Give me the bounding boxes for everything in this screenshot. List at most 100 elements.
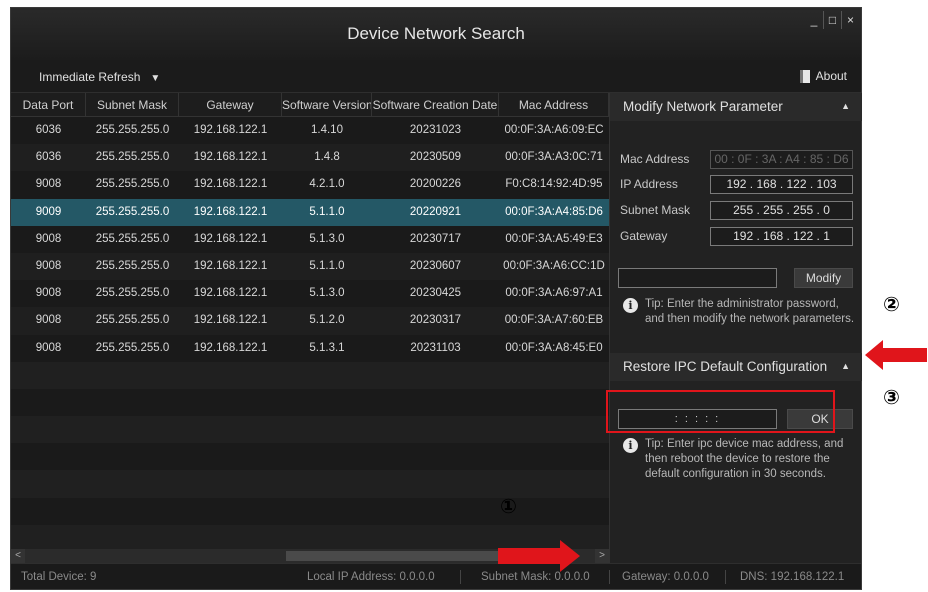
table-body: 6036 255.255.255.0 192.168.122.1 1.4.10 2023…: [11, 117, 609, 549]
cell-software-version: 1.4.8: [314, 151, 340, 164]
column-header-mac-address[interactable]: Mac Address: [499, 93, 609, 117]
cell-software-version: 5.1.3.1: [309, 341, 345, 354]
cell-mac-address: 00:0F:3A:A5:49:E3: [505, 232, 603, 245]
marker-1: ①: [500, 494, 517, 518]
column-header-software-version[interactable]: Software Version: [282, 93, 372, 117]
cell-subnet-mask: 255.255.255.0: [95, 341, 170, 354]
total-device: Total Device: 9: [21, 571, 97, 583]
close-button[interactable]: ×: [841, 11, 859, 29]
table-row[interactable]: 9008 255.255.255.0 192.168.122.1 5.1.3.1 202…: [11, 334, 609, 362]
empty-row: [11, 416, 609, 444]
scrollbar-thumb[interactable]: [286, 551, 501, 561]
cell-software-version: 5.1.1.0: [309, 205, 345, 218]
cell-data-port: 9008: [35, 314, 62, 327]
table-row[interactable]: 9008 255.255.255.0 192.168.122.1 5.1.2.0 202…: [11, 307, 609, 335]
cell-data-port: 9008: [35, 287, 62, 300]
modify-network-header[interactable]: Modify Network Parameter ▲: [610, 93, 862, 121]
table-row[interactable]: 9008 255.255.255.0 192.168.122.1 5.1.1.0 202…: [11, 252, 609, 281]
restore-ipc-header[interactable]: Restore IPC Default Configuration ▲: [610, 353, 862, 381]
table-row[interactable]: 9009 255.255.255.0 192.168.122.1 5.1.1.0 202…: [11, 198, 609, 226]
cell-software-creation-date: 20231023: [409, 124, 462, 136]
about-icon: [799, 69, 810, 83]
table-row[interactable]: 6036 255.255.255.0 192.168.122.1 1.4.10 2023…: [11, 117, 609, 145]
marker-3: ③: [883, 385, 900, 409]
device-table: Data Port Subnet Mask Gateway Software V…: [11, 93, 609, 549]
scroll-left-icon[interactable]: <: [11, 549, 25, 563]
cell-software-version: 5.1.1.0: [309, 259, 345, 272]
minimize-button[interactable]: _: [805, 11, 823, 29]
cell-software-creation-date: 20230425: [409, 287, 462, 300]
window-controls: _ □ ×: [805, 11, 859, 29]
cell-subnet-mask: 255.255.255.0: [95, 124, 170, 136]
immediate-refresh-dropdown[interactable]: Immediate Refresh ▼: [39, 70, 160, 84]
cell-subnet-mask: 255.255.255.0: [95, 314, 170, 327]
refresh-label: Immediate Refresh: [39, 70, 141, 84]
modify-button[interactable]: Modify: [794, 268, 853, 288]
cell-data-port: 9008: [35, 341, 62, 354]
table-header: Data Port Subnet Mask Gateway Software V…: [11, 93, 609, 117]
status-bar: Total Device: 9 Local IP Address: 0.0.0.…: [11, 563, 861, 589]
title-bar: Device Network Search _ □ ×: [11, 8, 861, 60]
about-button[interactable]: About: [799, 69, 847, 83]
status-subnet: Subnet Mask: 0.0.0.0: [481, 571, 590, 583]
modify-network-title: Modify Network Parameter: [623, 99, 783, 114]
cell-mac-address: 00:0F:3A:A3:0C:71: [505, 151, 603, 164]
column-header-subnet-mask[interactable]: Subnet Mask: [86, 93, 179, 117]
subnet-mask-field[interactable]: 255 . 255 . 255 . 0: [710, 201, 853, 220]
local-ip: Local IP Address: 0.0.0.0: [307, 571, 435, 583]
cell-software-version: 5.1.2.0: [309, 314, 345, 327]
table-row[interactable]: 9008 255.255.255.0 192.168.122.1 5.1.3.0 202…: [11, 225, 609, 253]
dropdown-arrow-icon: ▼: [150, 73, 161, 84]
table-row[interactable]: 9008 255.255.255.0 192.168.122.1 4.2.1.0 202…: [11, 171, 609, 199]
cell-software-creation-date: 20230717: [409, 232, 462, 245]
cell-gateway: 192.168.122.1: [193, 341, 268, 354]
cell-data-port: 9008: [35, 178, 62, 191]
empty-row: [11, 388, 609, 417]
cell-subnet-mask: 255.255.255.0: [95, 151, 170, 164]
cell-software-creation-date: 20220921: [409, 205, 462, 218]
password-input[interactable]: [618, 268, 777, 288]
ip-address-label: IP Address: [620, 177, 678, 191]
app-window: Device Network Search _ □ × Immediate Re…: [10, 7, 862, 590]
cell-data-port: 6036: [35, 124, 62, 136]
subnet-mask-label: Subnet Mask: [620, 203, 691, 217]
toolbar: Immediate Refresh ▼ About: [11, 60, 861, 93]
status-separator: [460, 570, 461, 584]
cell-software-version: 4.2.1.0: [309, 178, 345, 191]
modify-tip: Tip: Enter the administrator password, a…: [645, 298, 855, 325]
cell-software-version: 5.1.3.0: [309, 232, 345, 245]
column-header-data-port[interactable]: Data Port: [11, 93, 86, 117]
cell-mac-address: 00:0F:3A:A6:09:EC: [504, 124, 604, 136]
column-header-software-creation-date[interactable]: Software Creation Date: [372, 93, 499, 117]
cell-software-creation-date: 20230607: [409, 259, 462, 272]
collapse-arrow-icon: ▲: [841, 101, 850, 111]
empty-row: [11, 497, 609, 525]
table-row[interactable]: 9008 255.255.255.0 192.168.122.1 5.1.3.0 202…: [11, 280, 609, 308]
cell-data-port: 9008: [35, 259, 62, 272]
cell-gateway: 192.168.122.1: [193, 178, 268, 191]
cell-gateway: 192.168.122.1: [193, 314, 268, 327]
ip-address-field[interactable]: 192 . 168 . 122 . 103: [710, 175, 853, 194]
gateway-field[interactable]: 192 . 168 . 122 . 1: [710, 227, 853, 246]
cell-gateway: 192.168.122.1: [193, 124, 268, 136]
cell-software-version: 5.1.3.0: [309, 287, 345, 300]
status-separator: [725, 570, 726, 584]
highlight-box: [606, 390, 835, 433]
cell-software-creation-date: 20200226: [409, 178, 462, 191]
collapse-arrow-icon: ▲: [841, 361, 850, 371]
cell-data-port: 6036: [35, 151, 62, 164]
cell-software-version: 1.4.10: [311, 124, 343, 136]
info-icon: i: [623, 298, 638, 313]
cell-mac-address: 00:0F:3A:A6:97:A1: [505, 287, 603, 300]
restore-ipc-title: Restore IPC Default Configuration: [623, 359, 828, 374]
maximize-button[interactable]: □: [823, 11, 841, 29]
arrow-pointing-left-icon: [865, 340, 927, 370]
column-header-gateway[interactable]: Gateway: [179, 93, 282, 117]
empty-row: [11, 443, 609, 471]
status-separator: [609, 570, 610, 584]
cell-subnet-mask: 255.255.255.0: [95, 259, 170, 272]
arrow-pointing-right-icon: [498, 540, 580, 572]
table-row[interactable]: 6036 255.255.255.0 192.168.122.1 1.4.8 20230…: [11, 144, 609, 172]
scroll-right-icon[interactable]: >: [595, 549, 609, 563]
cell-subnet-mask: 255.255.255.0: [95, 178, 170, 191]
